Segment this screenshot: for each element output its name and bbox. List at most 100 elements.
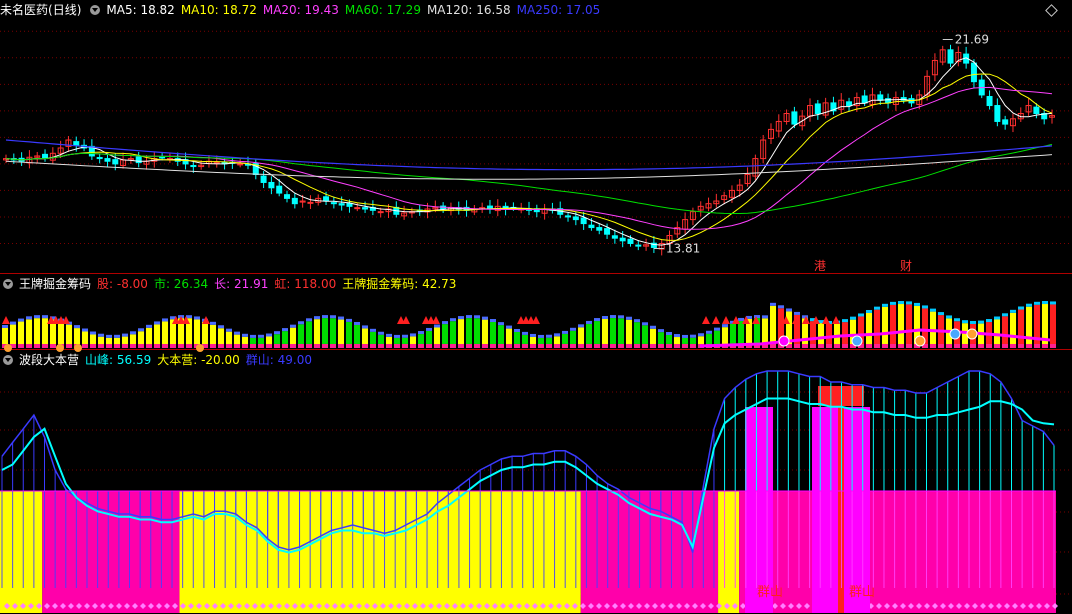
chip-bar-cap — [34, 315, 40, 319]
candle-body — [338, 203, 345, 206]
chip-bar-base — [162, 344, 168, 348]
camp-zone — [42, 491, 180, 613]
chip-bar-base — [186, 344, 192, 348]
chip-bar — [1050, 304, 1056, 348]
chip-bar-cap — [970, 320, 976, 324]
ma-dropdown-icon[interactable] — [90, 5, 101, 15]
chip-bar-base — [418, 344, 424, 348]
chip-bar-cap — [1042, 301, 1048, 305]
chip-bar-base — [154, 344, 160, 348]
ind1-value-3: 虹: 118.00 — [274, 277, 337, 291]
chip-bar-base — [802, 344, 808, 348]
chip-bar-base — [42, 344, 48, 348]
chip-bar — [874, 309, 880, 348]
chip-bar-cap — [10, 321, 16, 325]
chip-bar-cap — [226, 328, 232, 332]
ma-label-2: MA20: 19.43 — [262, 3, 339, 17]
chip-bar-cap — [626, 316, 632, 320]
camp-zone — [739, 491, 1056, 613]
high-price-label: 21.69 — [955, 32, 989, 46]
chip-bar — [330, 318, 336, 348]
chip-bar-cap — [778, 305, 784, 309]
chip-bar-base — [490, 344, 496, 348]
chip-bar-base — [1010, 344, 1016, 348]
signal-icon — [778, 335, 790, 347]
chip-bar-cap — [674, 334, 680, 338]
chip-bar-base — [410, 344, 416, 348]
chip-bar — [26, 319, 32, 348]
candle-body — [135, 156, 142, 164]
chip-bar-base — [506, 344, 512, 348]
chip-bar-base — [594, 344, 600, 348]
chip-bar-cap — [242, 333, 248, 337]
chip-bar-cap — [954, 318, 960, 322]
chip-bar-cap — [362, 325, 368, 329]
chip-bar — [810, 321, 816, 348]
chip-bar-base — [666, 344, 672, 348]
candle-body — [627, 238, 634, 244]
event-mark: 财 — [900, 259, 912, 273]
indicator1-values: 股: -8.00 市: 26.34 长: 21.91 虹: 118.00 王牌掘金筹码:… — [97, 277, 462, 291]
chip-bar-cap — [986, 319, 992, 323]
chip-bar — [618, 318, 624, 348]
chip-bar-cap — [930, 308, 936, 312]
chip-bar-base — [986, 344, 992, 348]
chip-bar — [1042, 304, 1048, 348]
candle-body — [268, 181, 275, 189]
signal-triangle — [832, 316, 840, 324]
chip-bar-cap — [130, 331, 136, 335]
chip-bar-cap — [962, 320, 968, 324]
chart-canvas: 21.69 13.81 港 财群山 群山 — [0, 30, 1072, 613]
chip-bar-base — [602, 344, 608, 348]
chip-bar-base — [98, 344, 104, 348]
chip-bar-cap — [650, 325, 656, 329]
chip-bar-base — [338, 344, 344, 348]
chip-bar-base — [658, 344, 664, 348]
chip-bar-cap — [434, 324, 440, 328]
candle-body — [1033, 106, 1040, 114]
candle-body — [994, 105, 1001, 122]
chip-bar-cap — [874, 306, 880, 310]
chip-bar-cap — [602, 316, 608, 320]
indicator2-dropdown-icon[interactable] — [3, 355, 13, 365]
chip-bar-cap — [714, 327, 720, 331]
chip-bar-cap — [634, 319, 640, 323]
chip-bar-cap — [698, 333, 704, 337]
chip-bar-cap — [298, 321, 304, 325]
chip-bar — [1026, 306, 1032, 348]
indicator1-dropdown-icon[interactable] — [3, 279, 13, 289]
chip-bar-base — [818, 344, 824, 348]
peak-bar — [745, 407, 773, 613]
chip-bar-base — [546, 344, 552, 348]
chip-bar-cap — [122, 333, 128, 337]
chip-bar-cap — [194, 316, 200, 320]
chip-bar-cap — [722, 324, 728, 328]
signal-triangle — [722, 316, 730, 324]
chip-bar-base — [1002, 344, 1008, 348]
chip-bar-cap — [546, 334, 552, 338]
chip-bar-base — [1050, 344, 1056, 348]
chip-bar-cap — [570, 327, 576, 331]
signal-triangle — [822, 316, 830, 324]
candle-body — [565, 215, 572, 218]
chip-bar-base — [610, 344, 616, 348]
signal-icon — [74, 344, 82, 352]
chip-bar — [882, 306, 888, 348]
chip-bar — [314, 319, 320, 348]
chip-bar-base — [898, 344, 904, 348]
candle-body — [846, 101, 853, 107]
chip-bar-base — [450, 344, 456, 348]
chip-bar-cap — [82, 328, 88, 332]
chip-bar-base — [514, 344, 520, 348]
chip-bar-cap — [394, 334, 400, 338]
signal-triangle — [532, 316, 540, 324]
chip-bar-cap — [938, 312, 944, 316]
chip-bar-cap — [114, 334, 120, 338]
chip-bar-cap — [866, 309, 872, 313]
chip-bar-base — [386, 344, 392, 348]
chip-bar-base — [994, 344, 1000, 348]
camp-zone — [580, 491, 719, 613]
indicator2-name: 波段大本营 — [19, 353, 80, 367]
chip-bar-cap — [98, 333, 104, 337]
indicator2-header: 波段大本营 山峰: 56.59 大本营: -20.00 群山: 49.00 — [0, 352, 324, 368]
